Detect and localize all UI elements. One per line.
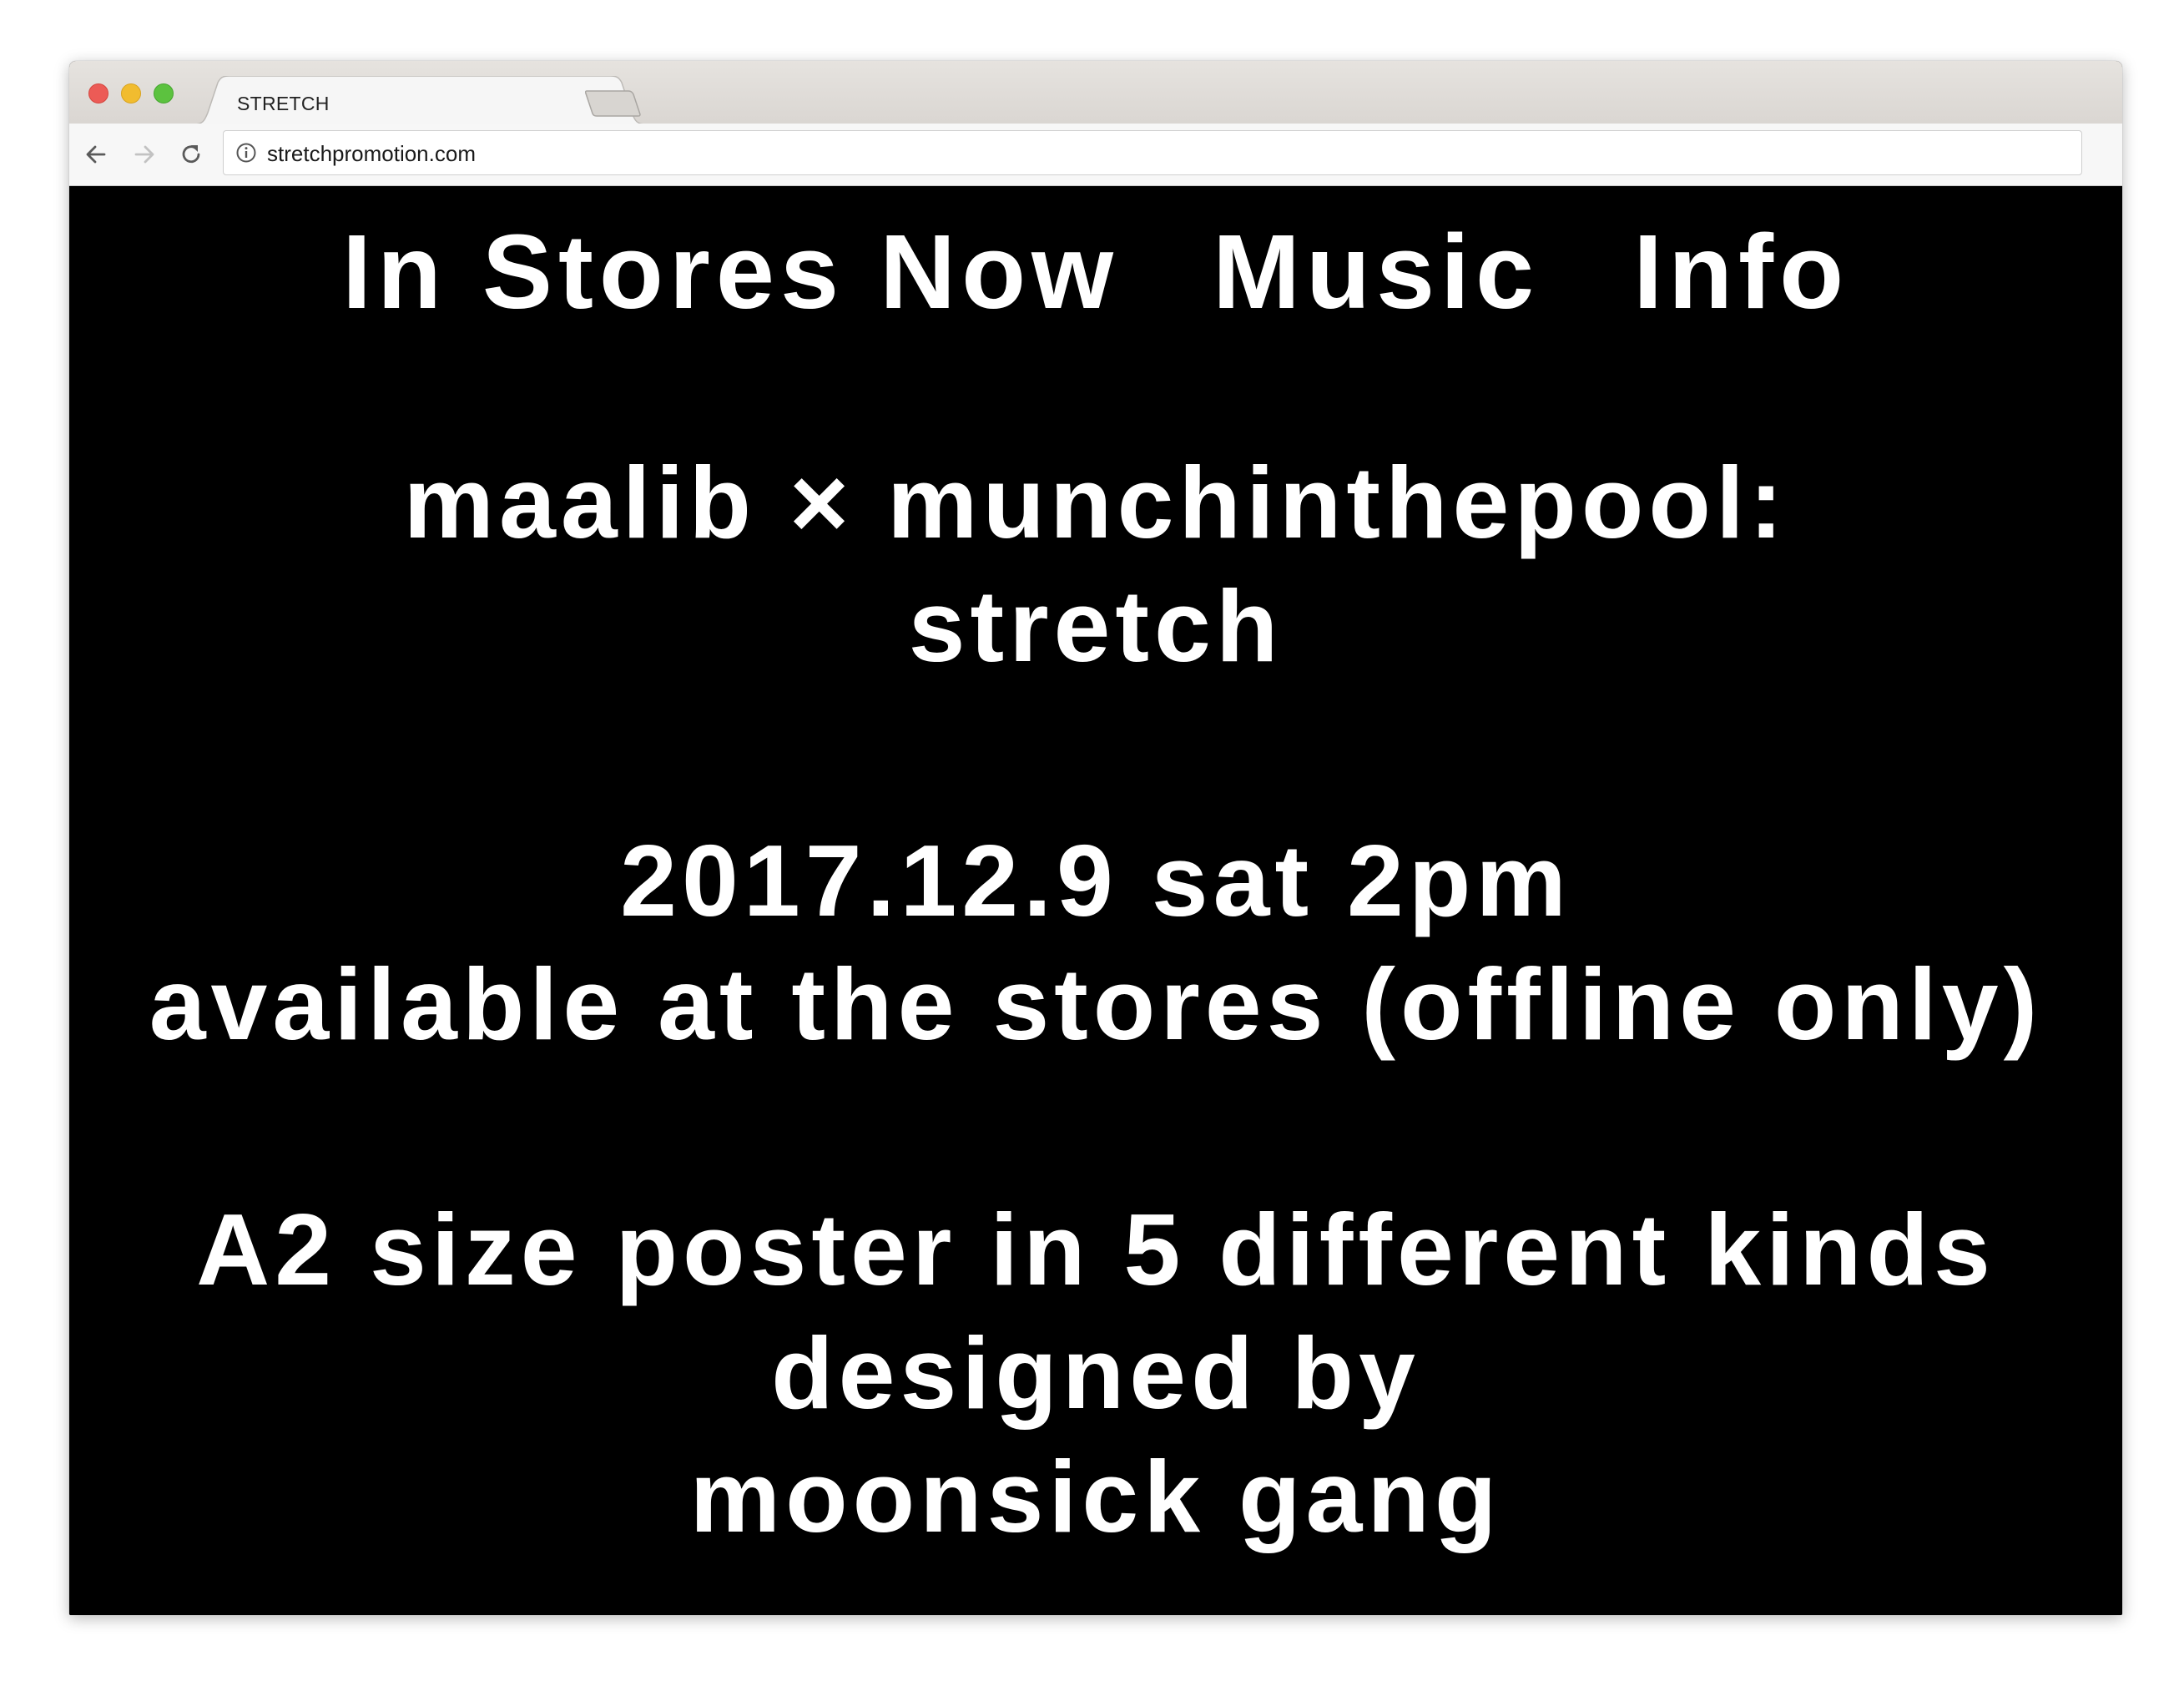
address-bar[interactable]: stretchpromotion.com [223,130,2082,175]
tab-title: STRETCH [237,93,330,114]
release-artists: maalib × munchinthepool: [403,446,1788,559]
release-date: 2017.12.9 sat 2pm [620,824,1571,937]
release-title: maalib × munchinthepool: stretch [69,441,2122,688]
poster-description: A2 size poster in 5 different kinds [196,1193,1995,1306]
info-icon[interactable] [235,142,257,164]
new-tab-button[interactable] [584,89,642,118]
availability-note: available at the stores (offline only) [149,947,2043,1061]
window-zoom-button[interactable] [154,83,174,103]
nav-link-in-stores-now[interactable]: In Stores Now [342,220,1119,325]
main-nav: In Stores Now Music Info [69,220,2122,325]
tab-strip: STRETCH [69,61,2122,124]
window-close-button[interactable] [88,83,108,103]
reload-icon[interactable] [177,140,205,169]
window-minimize-button[interactable] [121,83,141,103]
url-text: stretchpromotion.com [267,141,476,166]
poster-info: A2 size poster in 5 different kinds desi… [69,1188,2122,1558]
nav-link-music[interactable]: Music [1213,220,1540,325]
browser-window: STRETCH stretchpromotion.com In Stores N… [69,61,2122,1615]
back-arrow-icon[interactable] [82,140,110,169]
release-info: 2017.12.9 sat 2pm available at the store… [69,819,2122,1066]
nav-link-info[interactable]: Info [1633,220,1849,325]
release-name: stretch [908,569,1284,683]
poster-credit-label: designed by [771,1316,1420,1430]
forward-arrow-icon[interactable] [130,140,159,169]
poster-designer: moonsick gang [689,1440,1502,1553]
page-content: In Stores Now Music Info maalib × munchint… [69,186,2122,1615]
tab-stretch[interactable]: STRETCH [193,76,648,124]
browser-toolbar: stretchpromotion.com [69,124,2122,186]
